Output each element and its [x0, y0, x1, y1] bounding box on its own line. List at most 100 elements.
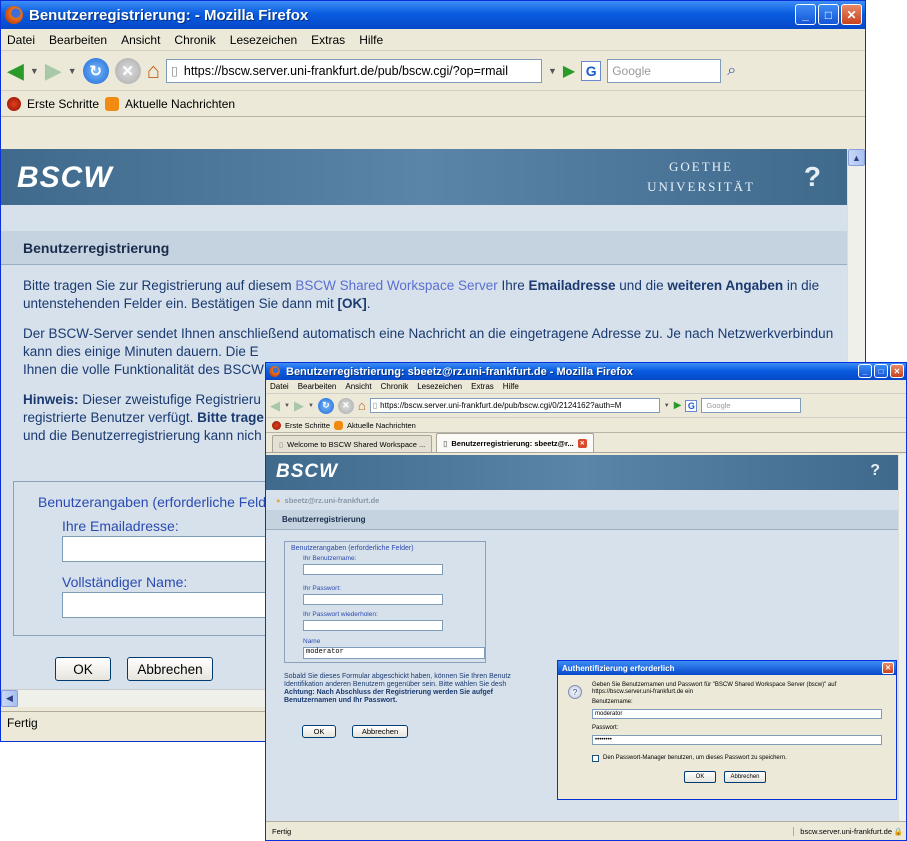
bookmark-aktuelle-nachrichten[interactable]: Aktuelle Nachrichten: [125, 97, 235, 111]
navigation-toolbar: ◀ ▼ ▶ ▼ ↻ ✕ ⌂ ▯ https://bscw.server.uni-…: [1, 51, 865, 91]
google-search-engine-icon[interactable]: G: [685, 399, 698, 412]
menu-lesezeichen[interactable]: Lesezeichen: [230, 33, 297, 47]
home-icon[interactable]: ⌂: [358, 398, 366, 413]
reload-icon[interactable]: ↻: [317, 397, 334, 414]
menu-hilfe[interactable]: Hilfe: [503, 382, 519, 391]
tab-welcome[interactable]: ▯ Welcome to BSCW Shared Workspace ...: [272, 435, 433, 452]
lock-icon: 🔒: [893, 827, 903, 836]
close-button[interactable]: ✕: [890, 364, 904, 378]
p1-bold-angaben: weiteren Angaben: [667, 278, 784, 293]
menu-chronik[interactable]: Chronik: [174, 33, 215, 47]
scroll-up-icon[interactable]: ▲: [848, 149, 865, 166]
dialog-username-label: Benutzername:: [592, 699, 633, 705]
forward-dropdown-icon[interactable]: ▼: [308, 403, 314, 409]
minimize-button[interactable]: _: [795, 4, 816, 25]
minimize-button[interactable]: _: [858, 364, 872, 378]
name-input[interactable]: moderator: [303, 647, 485, 659]
ok-button[interactable]: OK: [55, 657, 111, 681]
status-text: Fertig: [7, 715, 38, 730]
email-label: Ihre Emailadresse:: [62, 518, 179, 534]
info-line-4: Benutzernamen und Ihr Passwort.: [284, 697, 398, 704]
back-dropdown-icon[interactable]: ▼: [284, 403, 290, 409]
stop-icon[interactable]: ✕: [114, 57, 141, 84]
maximize-button[interactable]: □: [818, 4, 839, 25]
current-user: sbeetz@rz.uni-frankfurt.de: [284, 495, 380, 505]
menu-extras[interactable]: Extras: [311, 33, 345, 47]
reload-icon[interactable]: ↻: [82, 57, 109, 84]
username-input[interactable]: [303, 564, 443, 575]
search-input-2[interactable]: Google: [701, 398, 802, 413]
forward-dropdown-icon[interactable]: ▼: [68, 66, 77, 76]
close-button[interactable]: ✕: [841, 4, 862, 25]
back-arrow-icon[interactable]: ◀: [7, 59, 24, 82]
cancel-button-2[interactable]: Abbrechen: [352, 725, 408, 738]
p1-text-e: .: [366, 296, 371, 311]
bookmark-aktuelle-nachrichten[interactable]: Aktuelle Nachrichten: [347, 421, 416, 430]
info-line-1: Sobald Sie dieses Formular abgeschickt h…: [284, 673, 511, 680]
title-bar: Benutzerregistrierung: - Mozilla Firefox…: [1, 1, 865, 29]
section-title: Benutzerregistrierung: [1, 231, 847, 265]
menu-lesezeichen[interactable]: Lesezeichen: [417, 382, 462, 391]
dialog-cancel-button[interactable]: Abbrechen: [724, 771, 766, 783]
url-bar[interactable]: ▯ https://bscw.server.uni-frankfurt.de/p…: [165, 58, 542, 83]
menu-datei[interactable]: Datei: [270, 382, 289, 391]
menu-ansicht[interactable]: Ansicht: [345, 382, 371, 391]
cancel-button[interactable]: Abbrechen: [127, 657, 213, 681]
menu-extras[interactable]: Extras: [471, 382, 494, 391]
page-icon: ▯: [443, 438, 448, 448]
p3-line-3: und die Benutzerregistrierung kann nich: [23, 428, 262, 443]
dialog-password-input[interactable]: ••••••••: [592, 735, 882, 745]
vertical-scrollbar-2[interactable]: [898, 455, 906, 821]
fieldset-legend: Benutzerangaben (erforderliche Felder: [38, 494, 279, 510]
remember-password-checkbox[interactable]: [592, 755, 599, 762]
search-icon[interactable]: ⌕: [727, 62, 736, 80]
tab-registration[interactable]: ▯ Benutzerregistrierung: sbeetz@r... ✕: [436, 433, 594, 452]
menu-ansicht[interactable]: Ansicht: [121, 33, 160, 47]
bscw-logo[interactable]: BSCW: [17, 161, 113, 195]
auth-dialog-title: Authentifizierung erforderlich: [562, 663, 675, 673]
stop-icon[interactable]: ✕: [337, 397, 354, 414]
url-dropdown-icon[interactable]: ▼: [664, 403, 670, 409]
back-arrow-icon[interactable]: ◀: [270, 399, 280, 412]
forward-arrow-icon[interactable]: ▶: [45, 59, 62, 82]
full-name-label: Vollständiger Name:: [62, 574, 188, 590]
bscw-logo[interactable]: BSCW: [276, 461, 338, 483]
paragraph-1: Bitte tragen Sie zur Registrierung auf d…: [23, 277, 825, 313]
window-title: Benutzerregistrierung: - Mozilla Firefox: [29, 6, 309, 24]
dialog-ok-button[interactable]: OK: [684, 771, 716, 783]
menu-datei[interactable]: Datei: [7, 33, 35, 47]
back-dropdown-icon[interactable]: ▼: [30, 66, 39, 76]
menu-bearbeiten[interactable]: Bearbeiten: [49, 33, 107, 47]
help-icon[interactable]: ?: [804, 161, 821, 193]
firefox-icon: [5, 6, 23, 24]
url-bar-2[interactable]: ▯ https://bscw.server.uni-frankfurt.de/p…: [369, 398, 660, 413]
scroll-left-icon[interactable]: ◀: [1, 690, 18, 707]
dialog-username-input[interactable]: moderator: [592, 709, 882, 719]
forward-arrow-icon[interactable]: ▶: [294, 399, 304, 412]
tab-welcome-label: Welcome to BSCW Shared Workspace ...: [287, 439, 426, 449]
bookmark-erste-schritte[interactable]: Erste Schritte: [285, 421, 330, 430]
page-icon: ▯: [170, 64, 178, 78]
google-search-engine-icon[interactable]: G: [581, 60, 602, 81]
maximize-button[interactable]: □: [874, 364, 888, 378]
dialog-close-icon[interactable]: ✕: [882, 662, 894, 674]
go-icon[interactable]: ▶: [563, 61, 575, 81]
p2-line-2: kann dies einige Minuten dauern. Die E: [23, 344, 259, 359]
password-input[interactable]: [303, 594, 443, 605]
password-repeat-input[interactable]: [303, 620, 443, 631]
menu-hilfe[interactable]: Hilfe: [359, 33, 383, 47]
user-icon: ●: [276, 495, 281, 505]
help-icon[interactable]: ?: [870, 462, 880, 480]
tab-close-icon[interactable]: ✕: [577, 438, 587, 448]
menu-bearbeiten[interactable]: Bearbeiten: [298, 382, 337, 391]
horizontal-scrollbar[interactable]: ◀: [1, 689, 271, 707]
ok-button-2[interactable]: OK: [302, 725, 336, 738]
menu-chronik[interactable]: Chronik: [381, 382, 409, 391]
bookmark-erste-schritte[interactable]: Erste Schritte: [27, 97, 99, 111]
home-icon[interactable]: ⌂: [147, 58, 160, 84]
bscw-server-link[interactable]: BSCW Shared Workspace Server: [295, 278, 497, 293]
go-icon[interactable]: ▶: [674, 400, 682, 411]
info-line-3: Achtung: Nach Abschluss der Registrierun…: [284, 689, 493, 696]
url-dropdown-icon[interactable]: ▼: [548, 66, 557, 76]
search-input[interactable]: Google: [607, 58, 722, 83]
